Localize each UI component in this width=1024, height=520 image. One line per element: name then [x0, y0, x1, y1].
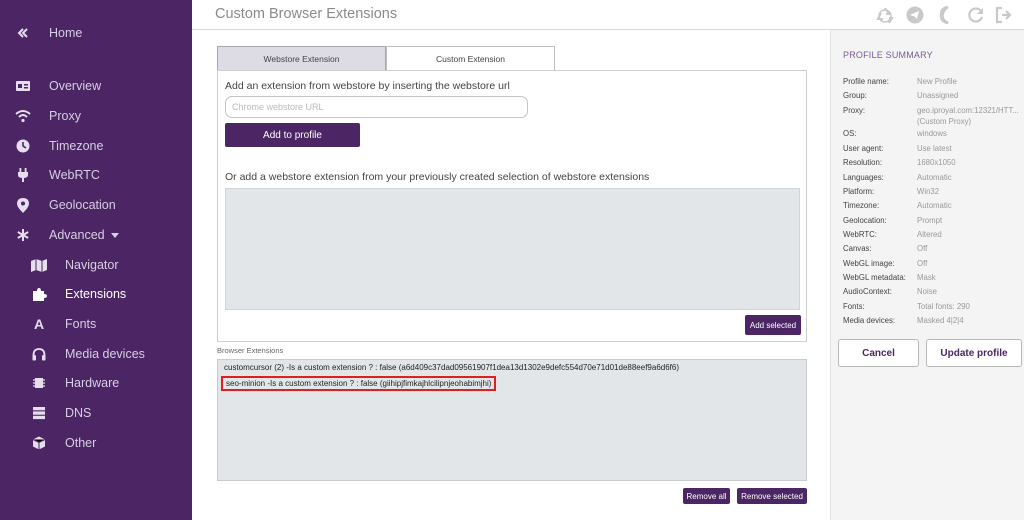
sidebar-item-label: Extensions	[65, 287, 127, 301]
sidebar-item-home[interactable]: Home	[0, 18, 192, 48]
sidebar-item-hardware[interactable]: Hardware	[0, 368, 192, 398]
sidebar-item-advanced[interactable]: Advanced	[0, 220, 192, 250]
list-item[interactable]: customcursor (2) -Is a custom extension …	[224, 363, 679, 372]
telegram-icon[interactable]	[906, 6, 924, 24]
sidebar-item-label: Advanced	[49, 228, 119, 242]
sidebar-item-navigator[interactable]: Navigator	[0, 250, 192, 280]
add-to-profile-button[interactable]: Add to profile	[225, 123, 360, 147]
clock-icon	[14, 137, 32, 155]
add-selected-button[interactable]: Add selected	[745, 315, 801, 335]
moon-icon[interactable]	[937, 5, 955, 25]
sidebar-item-label: Hardware	[65, 376, 120, 390]
server-icon	[30, 404, 48, 422]
tab-custom-extension[interactable]: Custom Extension	[386, 46, 555, 71]
map-icon	[30, 256, 48, 274]
sidebar-item-other[interactable]: Other	[0, 428, 192, 458]
remove-all-button[interactable]: Remove all	[683, 488, 730, 504]
chip-icon	[30, 374, 48, 392]
id-card-icon	[14, 77, 32, 95]
sidebar: Home Overview Proxy Timezone WebRTC Geol…	[0, 0, 192, 520]
double-chevron-left-icon	[14, 24, 32, 42]
profile-summary-panel: PROFILE SUMMARY Profile name: New Profile…	[830, 30, 1024, 520]
sidebar-item-label: DNS	[65, 406, 92, 420]
sidebar-item-media-devices[interactable]: Media devices	[0, 339, 192, 369]
sidebar-item-extensions[interactable]: Extensions	[0, 279, 192, 309]
sidebar-item-label: Overview	[49, 79, 102, 93]
caret-down-icon	[110, 233, 119, 239]
sidebar-item-proxy[interactable]: Proxy	[0, 101, 192, 131]
headphones-icon	[30, 345, 48, 363]
sidebar-item-geolocation[interactable]: Geolocation	[0, 190, 192, 220]
sidebar-item-label: Geolocation	[49, 198, 116, 212]
main-content: Webstore Extension Custom Extension Add …	[192, 30, 830, 520]
puzzle-icon	[30, 285, 48, 303]
sidebar-item-label: Home	[49, 26, 83, 40]
profile-summary-title: PROFILE SUMMARY	[843, 50, 933, 60]
wifi-icon	[14, 107, 32, 125]
cancel-button[interactable]: Cancel	[838, 339, 919, 367]
font-icon: A	[33, 316, 45, 332]
sidebar-item-label: Navigator	[65, 258, 119, 272]
cube-icon	[30, 434, 48, 452]
sidebar-item-label: WebRTC	[49, 168, 100, 182]
sidebar-item-label: Timezone	[49, 139, 104, 153]
browser-extensions-list[interactable]: customcursor (2) -Is a custom extension …	[217, 359, 807, 481]
webstore-selection-list[interactable]	[225, 188, 800, 310]
sidebar-item-fonts[interactable]: A Fonts	[0, 309, 192, 339]
update-profile-button[interactable]: Update profile	[926, 339, 1022, 367]
webstore-url-input[interactable]	[225, 96, 528, 118]
list-item[interactable]: seo-minion -Is a custom extension ? : fa…	[221, 376, 497, 391]
asterisk-icon	[14, 226, 32, 244]
logout-icon[interactable]	[995, 6, 1013, 24]
extension-tabs: Webstore Extension Custom Extension	[217, 46, 555, 71]
page-title: Custom Browser Extensions	[215, 6, 398, 22]
sidebar-item-overview[interactable]: Overview	[0, 71, 192, 101]
sidebar-item-label: Fonts	[65, 317, 97, 331]
selection-heading: Or add a webstore extension from your pr…	[225, 171, 650, 183]
sidebar-item-timezone[interactable]: Timezone	[0, 131, 192, 161]
sidebar-item-dns[interactable]: DNS	[0, 398, 192, 428]
refresh-icon[interactable]	[967, 6, 985, 24]
plug-icon	[14, 166, 32, 184]
sidebar-item-label: Other	[65, 436, 97, 450]
header-bar: Custom Browser Extensions	[192, 0, 1024, 30]
browser-extensions-label: Browser Extensions	[217, 346, 284, 355]
sidebar-item-label: Proxy	[49, 109, 81, 123]
map-marker-icon	[14, 196, 32, 214]
remove-selected-button[interactable]: Remove selected	[737, 488, 807, 504]
recycle-icon[interactable]	[876, 6, 894, 24]
sidebar-item-webrtc[interactable]: WebRTC	[0, 160, 192, 190]
tab-webstore-extension[interactable]: Webstore Extension	[217, 46, 386, 71]
sidebar-item-label: Media devices	[65, 347, 145, 361]
webstore-heading: Add an extension from webstore by insert…	[225, 80, 510, 92]
webstore-panel: Add an extension from webstore by insert…	[217, 70, 807, 342]
